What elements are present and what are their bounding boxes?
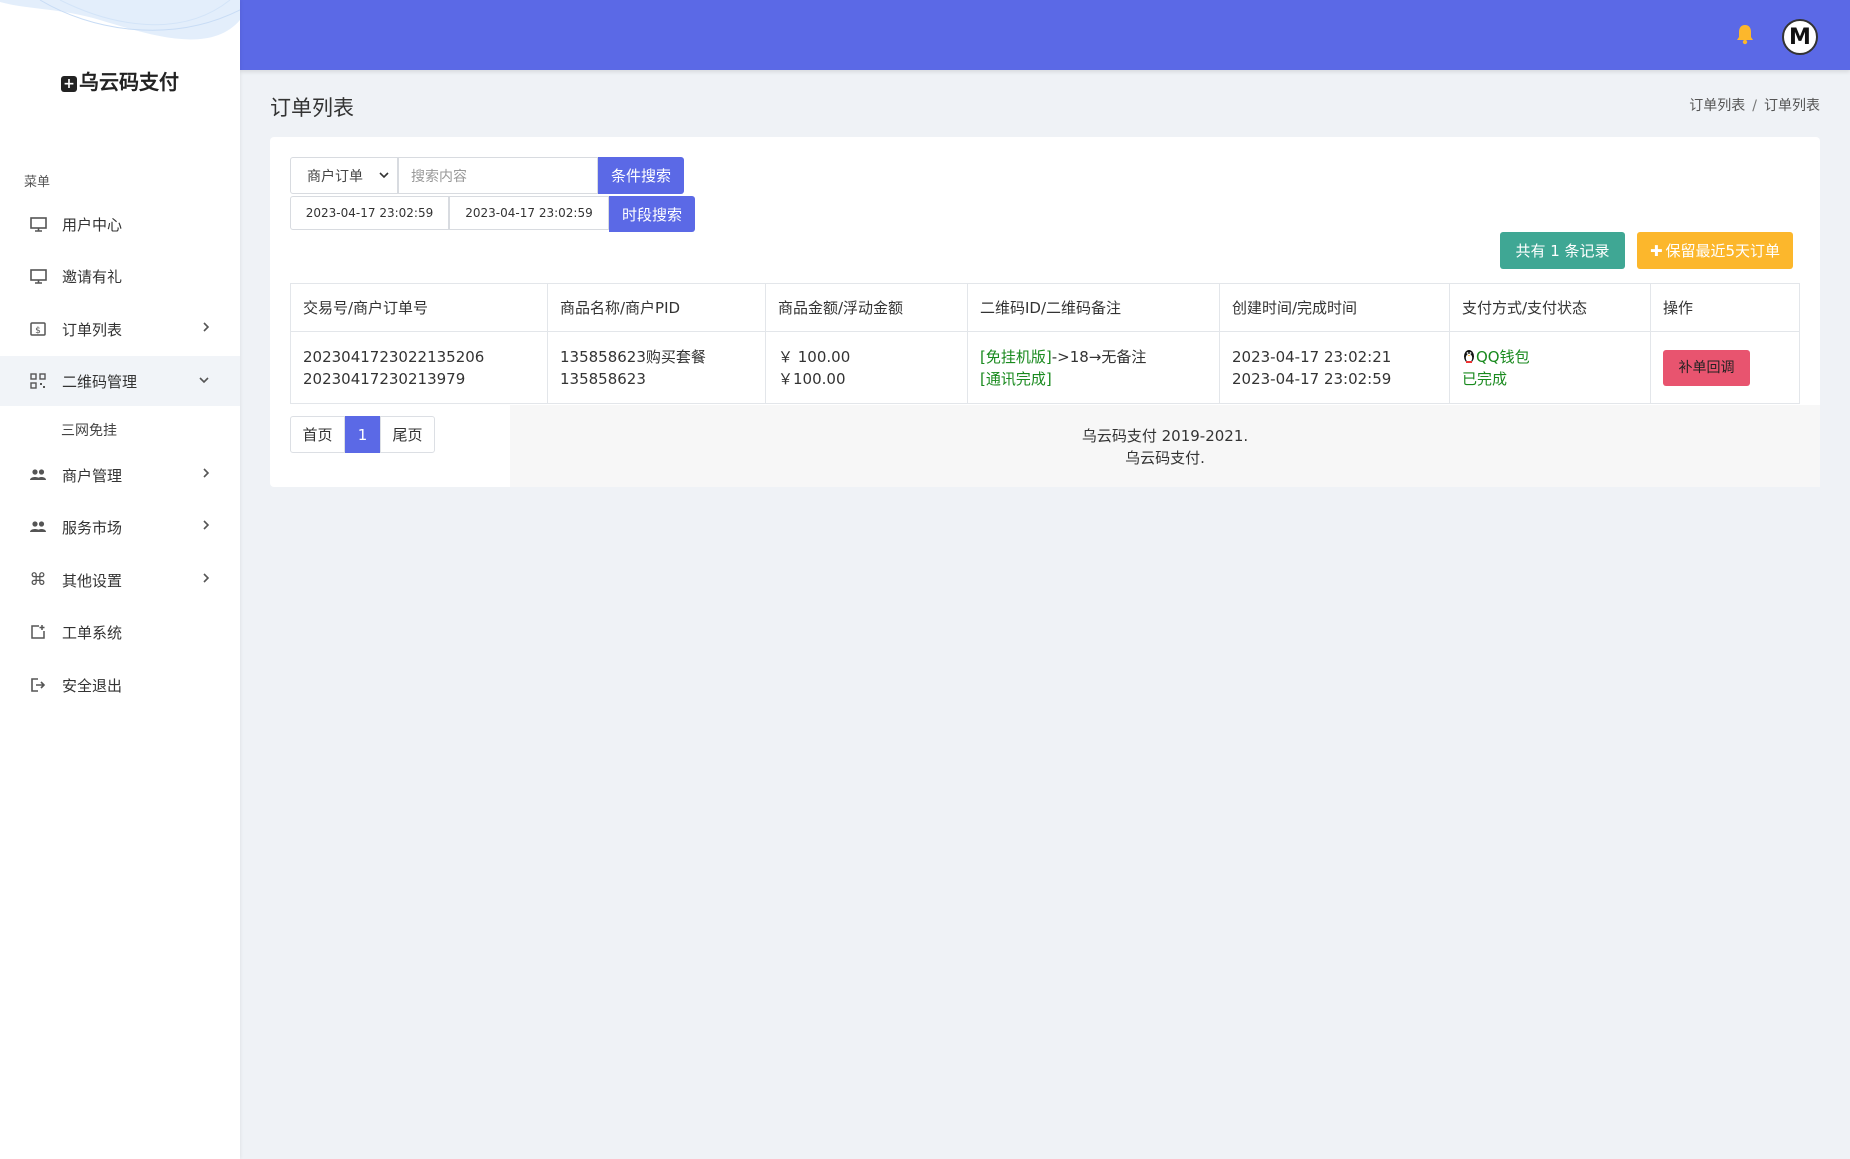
qr-mode: [免挂机版] — [980, 347, 1052, 366]
record-count-button[interactable]: 共有 1 条记录 — [1500, 232, 1625, 269]
table-row: 2023041723022135206 20230417230213979 13… — [290, 331, 1800, 404]
search-input[interactable]: 搜索内容 — [398, 157, 598, 194]
trade-no: 2023041723022135206 — [303, 347, 485, 366]
users-icon — [29, 466, 47, 484]
plus-icon: ✚ — [1649, 241, 1663, 260]
chevron-right-icon — [202, 321, 210, 336]
pay-method: QQ钱包 — [1476, 347, 1530, 366]
keep-recent-orders-label: 保留最近5天订单 — [1665, 242, 1781, 260]
monitor-icon — [29, 267, 47, 285]
payment-cell: QQ钱包 已完成 — [1449, 331, 1651, 404]
column-header: 操作 — [1650, 283, 1800, 332]
brand-logo[interactable]: + 乌云码支付 — [0, 66, 240, 95]
brand-name: 乌云码支付 — [79, 70, 179, 94]
monitor-icon — [29, 215, 47, 233]
sidebar-item-label: 用户中心 — [62, 215, 123, 234]
qrcode-icon — [29, 372, 47, 390]
order-type-select[interactable]: 商户订单 — [290, 157, 398, 194]
order-type-selected: 商户订单 — [307, 168, 363, 185]
merchant-order-no: 20230417230213979 — [303, 369, 466, 388]
page-title: 订单列表 — [270, 96, 354, 120]
column-header: 二维码ID/二维码备注 — [967, 283, 1220, 332]
pagination: 首页 1 尾页 — [290, 416, 435, 453]
plus-square-icon: + — [61, 76, 77, 92]
column-header: 创建时间/完成时间 — [1219, 283, 1450, 332]
time-cell: 2023-04-17 23:02:21 2023-04-17 23:02:59 — [1219, 331, 1450, 404]
ticket-add-icon — [29, 623, 47, 641]
created-time: 2023-04-17 23:02:21 — [1232, 347, 1392, 366]
sidebar-item-label: 工单系统 — [62, 623, 123, 642]
sidebar-item-label: 订单列表 — [62, 320, 123, 339]
amount-cell: ￥ 100.00 ￥100.00 — [765, 331, 968, 404]
breadcrumb-item: 订单列表 — [1764, 98, 1820, 114]
breadcrumb-separator: / — [1752, 98, 1757, 114]
menu-title: 菜单 — [24, 175, 51, 190]
table-header-row: 交易号/商户订单号 商品名称/商户PID 商品金额/浮动金额 二维码ID/二维码… — [290, 283, 1800, 332]
dollar-card-icon: $ — [29, 320, 47, 338]
users-icon — [29, 518, 47, 536]
sidebar-item-settings[interactable]: ⌘ 其他设置 — [0, 555, 240, 605]
column-header: 商品金额/浮动金额 — [765, 283, 968, 332]
qr-note: ->18→无备注 — [1051, 347, 1147, 366]
column-header: 商品名称/商户PID — [547, 283, 766, 332]
float-amount: ￥100.00 — [778, 369, 846, 388]
chevron-right-icon — [202, 467, 210, 482]
merchant-pid: 135858623 — [560, 369, 646, 388]
trade-order-cell: 2023041723022135206 20230417230213979 — [290, 331, 548, 404]
sidebar-item-label: 二维码管理 — [62, 372, 138, 391]
sidebar-item-merchants[interactable]: 商户管理 — [0, 450, 240, 500]
date-end-input[interactable]: 2023-04-17 23:02:59 — [449, 196, 609, 230]
footer-copyright: 乌云码支付 2019-2021. — [1081, 427, 1249, 445]
product-name: 135858623购买套餐 — [560, 347, 706, 366]
sidebar-item-label: 服务市场 — [62, 518, 123, 537]
sidebar-item-user-center[interactable]: 用户中心 — [0, 199, 240, 249]
sidebar-item-label: 其他设置 — [62, 571, 123, 590]
sidebar-subitem-three-network[interactable]: 三网免挂 — [61, 420, 117, 440]
date-start-input[interactable]: 2023-04-17 23:02:59 — [290, 196, 449, 230]
chevron-right-icon — [202, 572, 210, 587]
sidebar-item-label: 商户管理 — [62, 466, 123, 485]
logout-icon — [29, 676, 47, 694]
pay-status: 已完成 — [1462, 369, 1508, 388]
pagination-page-current[interactable]: 1 — [345, 416, 380, 453]
breadcrumb: 订单列表 / 订单列表 — [1689, 95, 1820, 115]
breadcrumb-item[interactable]: 订单列表 — [1689, 98, 1745, 114]
sidebar-item-logout[interactable]: 安全退出 — [0, 660, 240, 710]
command-icon: ⌘ — [29, 570, 47, 590]
sidebar-item-label: 安全退出 — [62, 676, 123, 695]
orders-table: 交易号/商户订单号 商品名称/商户PID 商品金额/浮动金额 二维码ID/二维码… — [290, 283, 1800, 404]
column-header: 支付方式/支付状态 — [1449, 283, 1651, 332]
footer: 乌云码支付 2019-2021. 乌云码支付. — [510, 405, 1820, 487]
sidebar-wave-decoration — [0, 0, 240, 50]
product-cell: 135858623购买套餐 135858623 — [547, 331, 766, 404]
qq-penguin-icon — [1462, 348, 1476, 364]
search-button[interactable]: 条件搜索 — [598, 157, 684, 194]
keep-recent-orders-button[interactable]: ✚ 保留最近5天订单 — [1637, 232, 1793, 269]
sidebar-item-invite[interactable]: 邀请有礼 — [0, 251, 240, 301]
sidebar-item-orders[interactable]: $ 订单列表 — [0, 304, 240, 354]
product-amount: ￥ 100.00 — [778, 347, 851, 366]
time-search-button[interactable]: 时段搜索 — [609, 196, 695, 232]
qr-status: [通讯完成] — [980, 369, 1052, 388]
chevron-down-icon — [198, 373, 210, 387]
qrcode-cell: [免挂机版]->18→无备注 [通讯完成] — [967, 331, 1220, 404]
pagination-last[interactable]: 尾页 — [380, 416, 435, 453]
svg-text:$: $ — [35, 326, 41, 336]
bell-icon[interactable] — [1735, 23, 1755, 49]
action-cell: 补单回调 — [1650, 331, 1800, 404]
sidebar-item-label: 邀请有礼 — [62, 267, 123, 286]
callback-button[interactable]: 补单回调 — [1663, 349, 1750, 386]
chevron-right-icon — [202, 519, 210, 534]
completed-time: 2023-04-17 23:02:59 — [1232, 369, 1392, 388]
chevron-down-icon — [379, 169, 389, 182]
column-header: 交易号/商户订单号 — [290, 283, 548, 332]
pagination-first[interactable]: 首页 — [290, 416, 345, 453]
sidebar: + 乌云码支付 菜单 用户中心 邀请有礼 $ 订单列表 二维码管理 三网免挂 商户… — [0, 0, 240, 1159]
sidebar-item-tickets[interactable]: 工单系统 — [0, 607, 240, 657]
topbar: M — [240, 0, 1850, 70]
footer-brand: 乌云码支付. — [1125, 449, 1205, 467]
sidebar-item-market[interactable]: 服务市场 — [0, 502, 240, 552]
avatar[interactable]: M — [1782, 19, 1818, 55]
sidebar-item-qrcode[interactable]: 二维码管理 — [0, 356, 240, 406]
